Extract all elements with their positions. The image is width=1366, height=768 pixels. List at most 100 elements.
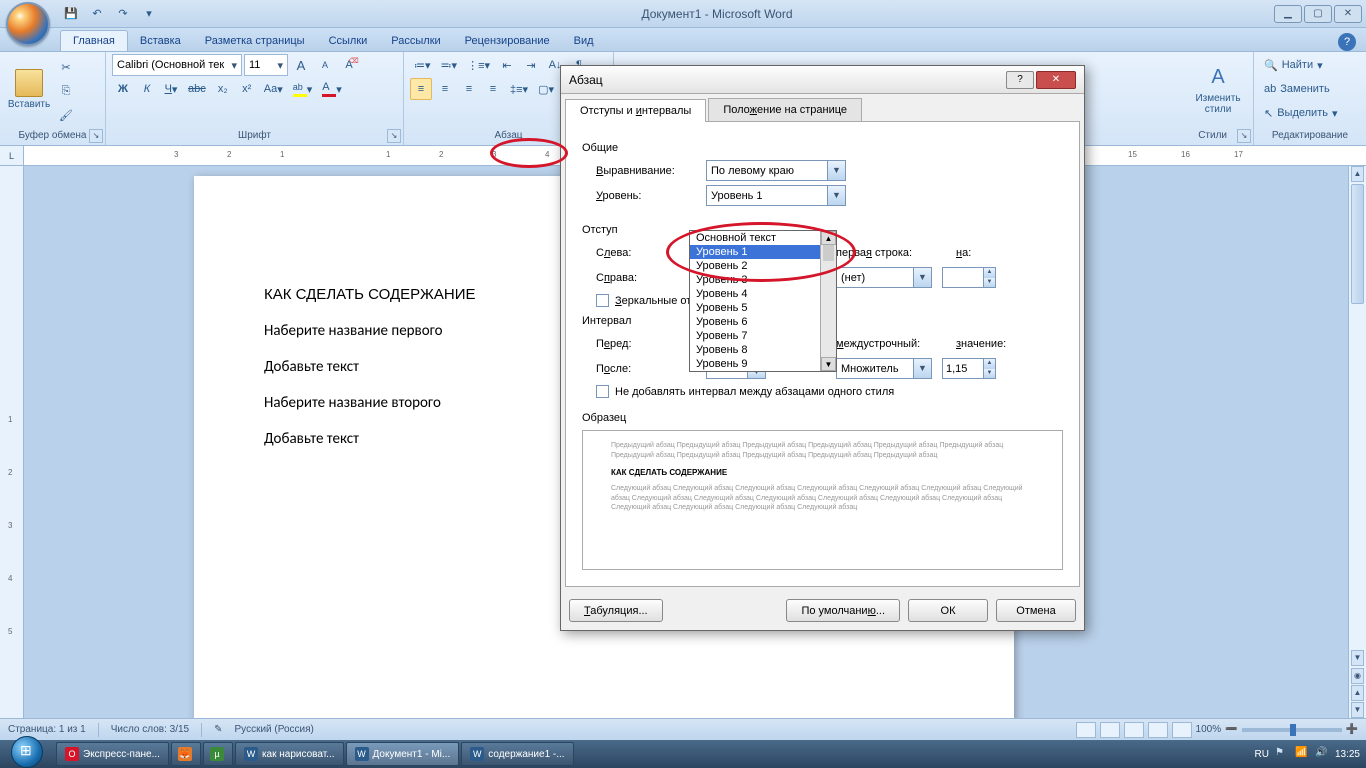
status-language[interactable]: Русский (Россия) — [235, 724, 314, 735]
numbering-button[interactable]: ≕▾ — [437, 54, 462, 76]
level-option[interactable]: Основной текст — [690, 231, 836, 245]
level-option[interactable]: Уровень 3 — [690, 273, 836, 287]
tray-flag-icon[interactable]: ⚑ — [1275, 747, 1289, 761]
level-option[interactable]: Уровень 9 — [690, 357, 836, 371]
subscript-button[interactable]: x₂ — [212, 78, 234, 100]
highlight-button[interactable]: ab▾ — [289, 78, 317, 100]
clipboard-launcher[interactable]: ↘ — [89, 129, 103, 143]
bullets-button[interactable]: ≔▾ — [410, 54, 435, 76]
tray-network-icon[interactable]: 📶 — [1295, 747, 1309, 761]
zoom-value[interactable]: 100% — [1196, 724, 1222, 735]
paste-button[interactable]: Вставить — [6, 56, 52, 122]
maximize-button[interactable]: ▢ — [1304, 5, 1332, 23]
change-case-button[interactable]: Aa▾ — [260, 78, 287, 100]
grow-font-button[interactable]: A — [290, 54, 312, 76]
next-page-button[interactable]: ▼ — [1351, 702, 1364, 718]
help-button[interactable]: ? — [1338, 33, 1356, 51]
undo-button[interactable]: ↶ — [86, 3, 108, 25]
level-option[interactable]: Уровень 6 — [690, 315, 836, 329]
strike-button[interactable]: abc — [184, 78, 210, 100]
align-right-button[interactable]: ≡ — [458, 78, 480, 100]
align-justify-button[interactable]: ≡ — [482, 78, 504, 100]
multilevel-button[interactable]: ⋮≡▾ — [463, 54, 494, 76]
office-button[interactable] — [6, 2, 50, 46]
ok-button[interactable]: ОК — [908, 599, 988, 622]
tab-insert[interactable]: Вставка — [128, 31, 193, 51]
shrink-font-button[interactable]: A — [314, 54, 336, 76]
tab-pagelayout[interactable]: Разметка страницы — [193, 31, 317, 51]
taskbar-item[interactable]: 🦊 — [171, 742, 201, 766]
dialog-close-button[interactable]: ✕ — [1036, 71, 1076, 89]
tab-view[interactable]: Вид — [562, 31, 606, 51]
tab-line-breaks[interactable]: Положение на странице — [708, 98, 862, 121]
cut-button[interactable]: ✂ — [55, 56, 77, 78]
qat-customize-button[interactable]: ▾ — [138, 3, 160, 25]
font-color-button[interactable]: A▾ — [318, 78, 346, 100]
scroll-thumb[interactable] — [1351, 184, 1364, 304]
mirror-indents-checkbox[interactable] — [596, 294, 609, 307]
format-painter-button[interactable]: 🖌 — [55, 104, 77, 126]
increase-indent-button[interactable]: ⇥ — [520, 54, 542, 76]
styles-launcher[interactable]: ↘ — [1237, 129, 1251, 143]
bold-button[interactable]: Ж — [112, 78, 134, 100]
level-option[interactable]: Уровень 2 — [690, 259, 836, 273]
alignment-combo[interactable]: По левому краю▼ — [706, 160, 846, 181]
taskbar-item[interactable]: µ — [203, 742, 233, 766]
taskbar-item[interactable]: WДокумент1 - Mi... — [346, 742, 460, 766]
decrease-indent-button[interactable]: ⇤ — [496, 54, 518, 76]
taskbar-item[interactable]: Wкак нарисоват... — [235, 742, 344, 766]
start-button[interactable] — [0, 740, 54, 768]
no-space-same-style-checkbox[interactable] — [596, 385, 609, 398]
underline-button[interactable]: Ч▾ — [160, 78, 182, 100]
prev-page-button[interactable]: ◉ — [1351, 668, 1364, 684]
find-button[interactable]: 🔍Найти▾ — [1260, 54, 1360, 76]
status-page[interactable]: Страница: 1 из 1 — [8, 724, 86, 735]
status-proofing-icon[interactable]: ✎ — [214, 724, 222, 735]
line-spacing-at-spinner[interactable]: ▲▼ — [942, 358, 996, 379]
font-size-combo[interactable]: 11▾ — [244, 54, 288, 76]
font-launcher[interactable]: ↘ — [387, 129, 401, 143]
taskbar-item[interactable]: OЭкспресс-пане... — [56, 742, 169, 766]
view-full-reading[interactable] — [1100, 722, 1120, 738]
view-web-layout[interactable] — [1124, 722, 1144, 738]
clear-format-button[interactable]: A⌫ — [338, 54, 360, 76]
taskbar-item[interactable]: Wсодержание1 -... — [461, 742, 573, 766]
copy-button[interactable]: ⎘ — [55, 80, 77, 102]
tab-mailings[interactable]: Рассылки — [379, 31, 452, 51]
dialog-titlebar[interactable]: Абзац ? ✕ — [561, 66, 1084, 94]
tray-volume-icon[interactable]: 🔊 — [1315, 747, 1329, 761]
level-combo[interactable]: Уровень 1▼ — [706, 185, 846, 206]
scroll-down-button[interactable]: ▼ — [1351, 650, 1364, 666]
zoom-thumb[interactable] — [1290, 724, 1296, 736]
status-words[interactable]: Число слов: 3/15 — [111, 724, 189, 735]
close-button[interactable]: ✕ — [1334, 5, 1362, 23]
view-outline[interactable] — [1148, 722, 1168, 738]
tray-lang[interactable]: RU — [1255, 749, 1269, 760]
level-option[interactable]: Уровень 8 — [690, 343, 836, 357]
default-button[interactable]: По умолчанию... — [786, 599, 900, 622]
view-print-layout[interactable] — [1076, 722, 1096, 738]
italic-button[interactable]: К — [136, 78, 158, 100]
shading-button[interactable]: ▢▾ — [534, 78, 558, 100]
tray-clock[interactable]: 13:25 — [1335, 749, 1360, 760]
vertical-scrollbar[interactable]: ▲ ▼ ◉ ▲ ▼ — [1348, 166, 1366, 718]
level-dropdown-list[interactable]: ▲▼ Основной текстУровень 1Уровень 2Урове… — [689, 230, 837, 372]
replace-button[interactable]: abЗаменить — [1260, 78, 1360, 100]
level-option[interactable]: Уровень 1 — [690, 245, 836, 259]
tab-indents-spacing[interactable]: Отступы и интервалы — [565, 99, 706, 122]
minimize-button[interactable]: ▁ — [1274, 5, 1302, 23]
redo-button[interactable]: ↷ — [112, 3, 134, 25]
save-button[interactable]: 💾 — [60, 3, 82, 25]
level-option[interactable]: Уровень 5 — [690, 301, 836, 315]
align-left-button[interactable]: ≡ — [410, 78, 432, 100]
zoom-slider[interactable] — [1242, 728, 1342, 732]
cancel-button[interactable]: Отмена — [996, 599, 1076, 622]
superscript-button[interactable]: x² — [236, 78, 258, 100]
first-line-by-spinner[interactable]: ▲▼ — [942, 267, 996, 288]
zoom-in-button[interactable]: ➕ — [1346, 724, 1358, 735]
first-line-combo[interactable]: (нет)▼ — [836, 267, 932, 288]
view-draft[interactable] — [1172, 722, 1192, 738]
doc-line-1[interactable]: КАК СДЕЛАТЬ СОДЕРЖАНИЕ — [264, 286, 475, 303]
browse-object-button[interactable]: ▲ — [1351, 685, 1364, 701]
level-option[interactable]: Уровень 4 — [690, 287, 836, 301]
